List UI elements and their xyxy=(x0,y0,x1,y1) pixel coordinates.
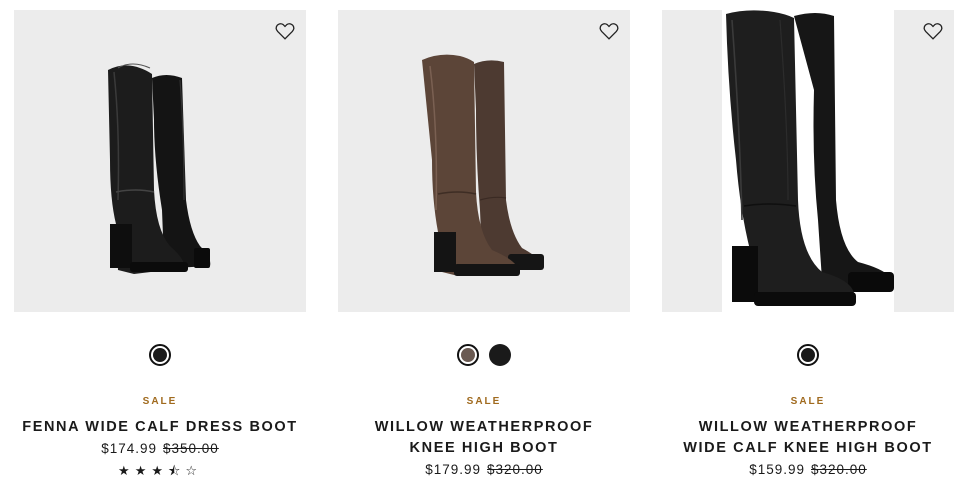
sale-badge: SALE xyxy=(466,396,502,407)
product-info: SALE FENNA WIDE CALF DRESS BOOT $174.99 $… xyxy=(14,396,306,482)
sale-badge: SALE xyxy=(142,396,178,407)
original-price: $350.00 xyxy=(163,441,219,456)
heart-icon[interactable] xyxy=(274,20,296,42)
product-info: SALE WILLOW WEATHERPROOF KNEE HIGH BOOT … xyxy=(338,396,630,481)
heart-icon[interactable] xyxy=(598,20,620,42)
product-name[interactable]: FENNA WIDE CALF DRESS BOOT xyxy=(14,417,306,438)
product-name[interactable]: WILLOW WEATHERPROOF KNEE HIGH BOOT xyxy=(338,417,630,459)
color-swatch-brown[interactable] xyxy=(457,344,479,366)
original-price: $320.00 xyxy=(487,462,543,477)
color-swatch-black[interactable] xyxy=(149,344,171,366)
boot-image xyxy=(726,10,894,307)
color-swatch-black[interactable] xyxy=(797,344,819,366)
product-name[interactable]: WILLOW WEATHERPROOF WIDE CALF KNEE HIGH … xyxy=(662,417,954,459)
color-swatches xyxy=(14,344,306,372)
product-price: $159.99 $320.00 xyxy=(662,459,954,481)
product-image[interactable] xyxy=(662,10,954,312)
boot-image xyxy=(422,54,544,276)
product-image[interactable] xyxy=(14,10,306,312)
original-price: $320.00 xyxy=(811,462,867,477)
product-info: SALE WILLOW WEATHERPROOF WIDE CALF KNEE … xyxy=(662,396,954,481)
product-card[interactable]: SALE WILLOW WEATHERPROOF WIDE CALF KNEE … xyxy=(662,10,954,477)
star-full-icon: ★ xyxy=(118,464,135,479)
product-grid: SALE FENNA WIDE CALF DRESS BOOT $174.99 $… xyxy=(0,0,968,479)
star-half-icon: ⯪ xyxy=(168,464,186,479)
product-card[interactable]: SALE WILLOW WEATHERPROOF KNEE HIGH BOOT … xyxy=(338,10,630,477)
heart-icon[interactable] xyxy=(922,20,944,42)
product-image[interactable] xyxy=(338,10,630,312)
sale-price: $179.99 xyxy=(425,462,481,477)
sale-price: $159.99 xyxy=(749,462,805,477)
star-full-icon: ★ xyxy=(151,464,168,479)
star-empty-icon: ☆ xyxy=(185,464,202,479)
sale-badge: SALE xyxy=(790,396,826,407)
product-price: $179.99 $320.00 xyxy=(338,459,630,481)
product-price: $174.99 $350.00 xyxy=(14,438,306,460)
rating-stars[interactable]: ★★★⯪☆ xyxy=(14,462,306,482)
color-swatches xyxy=(662,344,954,372)
sale-price: $174.99 xyxy=(101,441,157,456)
product-card[interactable]: SALE FENNA WIDE CALF DRESS BOOT $174.99 $… xyxy=(14,10,306,479)
star-full-icon: ★ xyxy=(134,464,152,479)
color-swatches xyxy=(338,344,630,372)
boot-image xyxy=(108,63,211,274)
color-swatch-black[interactable] xyxy=(489,344,511,366)
